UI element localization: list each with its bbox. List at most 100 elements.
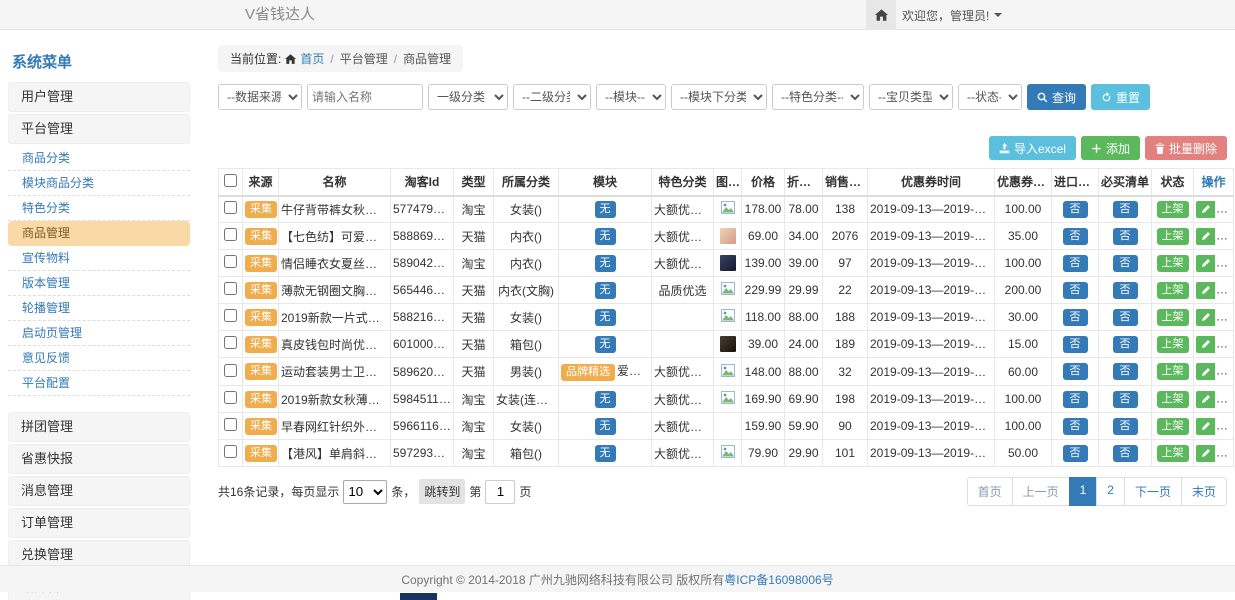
status-badge[interactable]: 上架: [1157, 255, 1189, 272]
filter-select[interactable]: --特色分类--: [772, 84, 864, 110]
edit-button[interactable]: [1196, 255, 1215, 272]
import-flag-badge[interactable]: 否: [1063, 282, 1088, 299]
pager-prev[interactable]: 上一页: [1012, 477, 1070, 506]
filter-select[interactable]: --二级分类--: [513, 84, 591, 110]
mustbuy-flag-badge[interactable]: 否: [1113, 228, 1138, 245]
edit-button[interactable]: [1196, 336, 1215, 353]
taoke-id: 565446685867: [391, 277, 454, 304]
price-cell: 69.00: [742, 223, 785, 250]
status-badge[interactable]: 上架: [1157, 336, 1189, 353]
mustbuy-flag-badge[interactable]: 否: [1113, 418, 1138, 435]
status-badge[interactable]: 上架: [1157, 228, 1189, 245]
row-checkbox[interactable]: [224, 282, 237, 295]
import-flag-badge[interactable]: 否: [1063, 309, 1088, 326]
sidebar-item-sub[interactable]: 商品分类: [8, 146, 190, 171]
filter-select[interactable]: --模块下分类--: [671, 84, 767, 110]
import-flag-badge[interactable]: 否: [1063, 336, 1088, 353]
sidebar-item-top[interactable]: 平台管理: [8, 114, 190, 144]
filter-select[interactable]: --宝贝类型--: [869, 84, 953, 110]
mustbuy-flag-badge[interactable]: 否: [1113, 201, 1138, 218]
status-badge[interactable]: 上架: [1157, 363, 1189, 380]
status-badge[interactable]: 上架: [1157, 418, 1189, 435]
edit-button[interactable]: [1196, 418, 1215, 435]
import-flag-badge[interactable]: 否: [1063, 418, 1088, 435]
module-badge: 无: [595, 418, 616, 435]
pager-first[interactable]: 首页: [967, 477, 1013, 506]
edit-button[interactable]: [1196, 201, 1215, 218]
status-badge[interactable]: 上架: [1157, 445, 1189, 462]
sidebar-item-sub[interactable]: 意见反馈: [8, 346, 190, 371]
per-page-select[interactable]: 10: [343, 480, 387, 504]
status-badge[interactable]: 上架: [1157, 391, 1189, 408]
mustbuy-flag-badge[interactable]: 否: [1113, 445, 1138, 462]
sales-count-cell: 90: [823, 413, 868, 440]
sidebar-item-sub[interactable]: 特色分类: [8, 196, 190, 221]
status-badge[interactable]: 上架: [1157, 201, 1189, 218]
user-menu[interactable]: 欢迎您，管理员!: [902, 0, 1002, 30]
reset-button[interactable]: 重置: [1091, 84, 1150, 110]
mustbuy-flag-badge[interactable]: 否: [1113, 391, 1138, 408]
sales-count-cell: 2076: [823, 223, 868, 250]
sidebar-item-top[interactable]: 用户管理: [8, 82, 190, 112]
pager-next[interactable]: 下一页: [1124, 477, 1182, 506]
search-button[interactable]: 查询: [1027, 84, 1086, 110]
edit-button[interactable]: [1196, 363, 1215, 380]
row-checkbox[interactable]: [224, 201, 237, 214]
sidebar-item-sub[interactable]: 宣传物料: [8, 246, 190, 271]
edit-button[interactable]: [1196, 445, 1215, 462]
pager-last[interactable]: 末页: [1181, 477, 1227, 506]
import-flag-badge[interactable]: 否: [1063, 255, 1088, 272]
status-badge[interactable]: 上架: [1157, 309, 1189, 326]
import-flag-badge[interactable]: 否: [1063, 228, 1088, 245]
row-checkbox[interactable]: [224, 228, 237, 241]
filter-select[interactable]: --状态--: [958, 84, 1022, 110]
sidebar-item-sub[interactable]: 轮播管理: [8, 296, 190, 321]
mustbuy-flag-badge[interactable]: 否: [1113, 255, 1138, 272]
batch-delete-button[interactable]: 批量删除: [1145, 136, 1227, 160]
name-search-input[interactable]: [307, 84, 423, 110]
filter-select[interactable]: 一级分类: [428, 84, 508, 110]
select-all-checkbox[interactable]: [224, 174, 237, 187]
mustbuy-flag-badge[interactable]: 否: [1113, 282, 1138, 299]
row-checkbox[interactable]: [224, 364, 237, 377]
icp-link[interactable]: 粤ICP备16098006号: [724, 571, 833, 588]
status-badge[interactable]: 上架: [1157, 282, 1189, 299]
sidebar-item-sub[interactable]: 启动页管理: [8, 321, 190, 346]
row-checkbox[interactable]: [224, 445, 237, 458]
sidebar-item-top[interactable]: 消息管理: [8, 476, 190, 506]
nav-home-button[interactable]: [866, 0, 896, 30]
breadcrumb-home-link[interactable]: 首页: [300, 50, 324, 67]
import-flag-badge[interactable]: 否: [1063, 363, 1088, 380]
product-name: 运动套装男士卫衣初秋...: [279, 358, 391, 386]
page-number-input[interactable]: [485, 480, 515, 504]
sidebar-item-top[interactable]: 省惠快报: [8, 444, 190, 474]
import-flag-badge[interactable]: 否: [1063, 445, 1088, 462]
mustbuy-flag-badge[interactable]: 否: [1113, 363, 1138, 380]
data-source-select[interactable]: --数据来源--: [218, 84, 302, 110]
row-checkbox[interactable]: [224, 309, 237, 322]
sidebar-item-sub[interactable]: 版本管理: [8, 271, 190, 296]
sidebar-item-sub[interactable]: 平台配置: [8, 371, 190, 396]
sidebar-item-sub[interactable]: 商品管理: [8, 221, 190, 246]
add-button[interactable]: 添加: [1081, 136, 1140, 160]
edit-button[interactable]: [1196, 391, 1215, 408]
mustbuy-flag-badge[interactable]: 否: [1113, 336, 1138, 353]
import-flag-badge[interactable]: 否: [1063, 201, 1088, 218]
row-checkbox[interactable]: [224, 391, 237, 404]
edit-button[interactable]: [1196, 282, 1215, 299]
pager-page-1[interactable]: 1: [1069, 477, 1098, 506]
edit-button[interactable]: [1196, 309, 1215, 326]
mustbuy-flag-badge[interactable]: 否: [1113, 309, 1138, 326]
import-excel-button[interactable]: 导入excel: [989, 136, 1076, 160]
row-checkbox[interactable]: [224, 255, 237, 268]
sidebar-item-sub[interactable]: 模块商品分类: [8, 171, 190, 196]
import-flag-badge[interactable]: 否: [1063, 391, 1088, 408]
filter-select[interactable]: --模块--: [596, 84, 666, 110]
sidebar-item-top[interactable]: 订单管理: [8, 508, 190, 538]
edit-button[interactable]: [1196, 228, 1215, 245]
jump-to-button[interactable]: 跳转到: [419, 479, 465, 504]
row-checkbox[interactable]: [224, 336, 237, 349]
sidebar-item-top[interactable]: 拼团管理: [8, 412, 190, 442]
pager-page-2[interactable]: 2: [1096, 477, 1125, 506]
row-checkbox[interactable]: [224, 418, 237, 431]
